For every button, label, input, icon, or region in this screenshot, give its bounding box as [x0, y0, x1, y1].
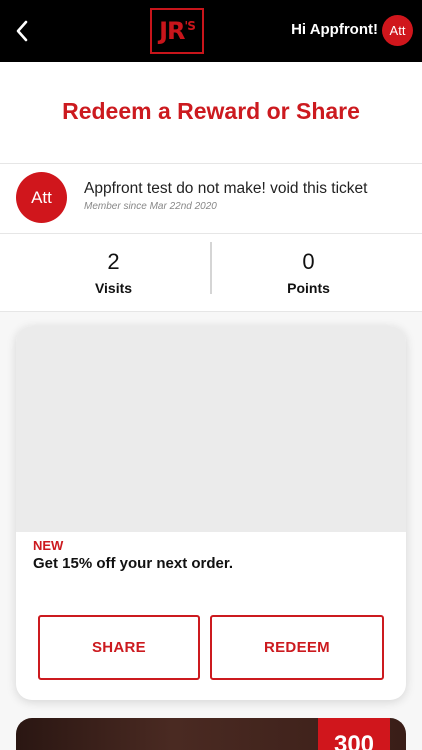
redeem-button[interactable]: REDEEM	[210, 615, 384, 680]
points-cost-badge: 300	[318, 718, 390, 750]
divider	[0, 233, 422, 234]
visits-label: Visits	[94, 280, 133, 296]
new-badge: NEW	[33, 538, 64, 553]
profile-avatar: Att	[16, 172, 67, 223]
share-button[interactable]: SHARE	[38, 615, 200, 680]
top-bar: JR'S Hi Appfront! Att	[0, 0, 422, 62]
points-label: Points	[287, 280, 330, 296]
profile-name: Appfront test do not make! void this tic…	[84, 180, 368, 197]
reward-card[interactable]: 300	[16, 718, 406, 750]
back-button[interactable]	[10, 17, 34, 45]
points-stat: 0 Points	[203, 249, 414, 297]
divider	[0, 163, 422, 164]
greeting-text: Hi Appfront!	[291, 21, 378, 38]
reward-card: NEW Get 15% off your next order. SHARE R…	[16, 326, 406, 700]
page-title: Redeem a Reward or Share	[62, 98, 360, 124]
chevron-left-icon	[16, 20, 28, 42]
logo-text: JR'S	[159, 17, 196, 45]
header-avatar[interactable]: Att	[382, 15, 413, 46]
visits-stat: 2 Visits	[8, 249, 219, 297]
reward-image	[16, 326, 406, 532]
member-since: Member since Mar 22nd 2020	[84, 201, 217, 212]
visits-value: 2	[107, 249, 120, 274]
brand-logo[interactable]: JR'S	[150, 8, 204, 54]
points-value: 0	[302, 249, 315, 274]
reward-description: Get 15% off your next order.	[33, 555, 234, 572]
